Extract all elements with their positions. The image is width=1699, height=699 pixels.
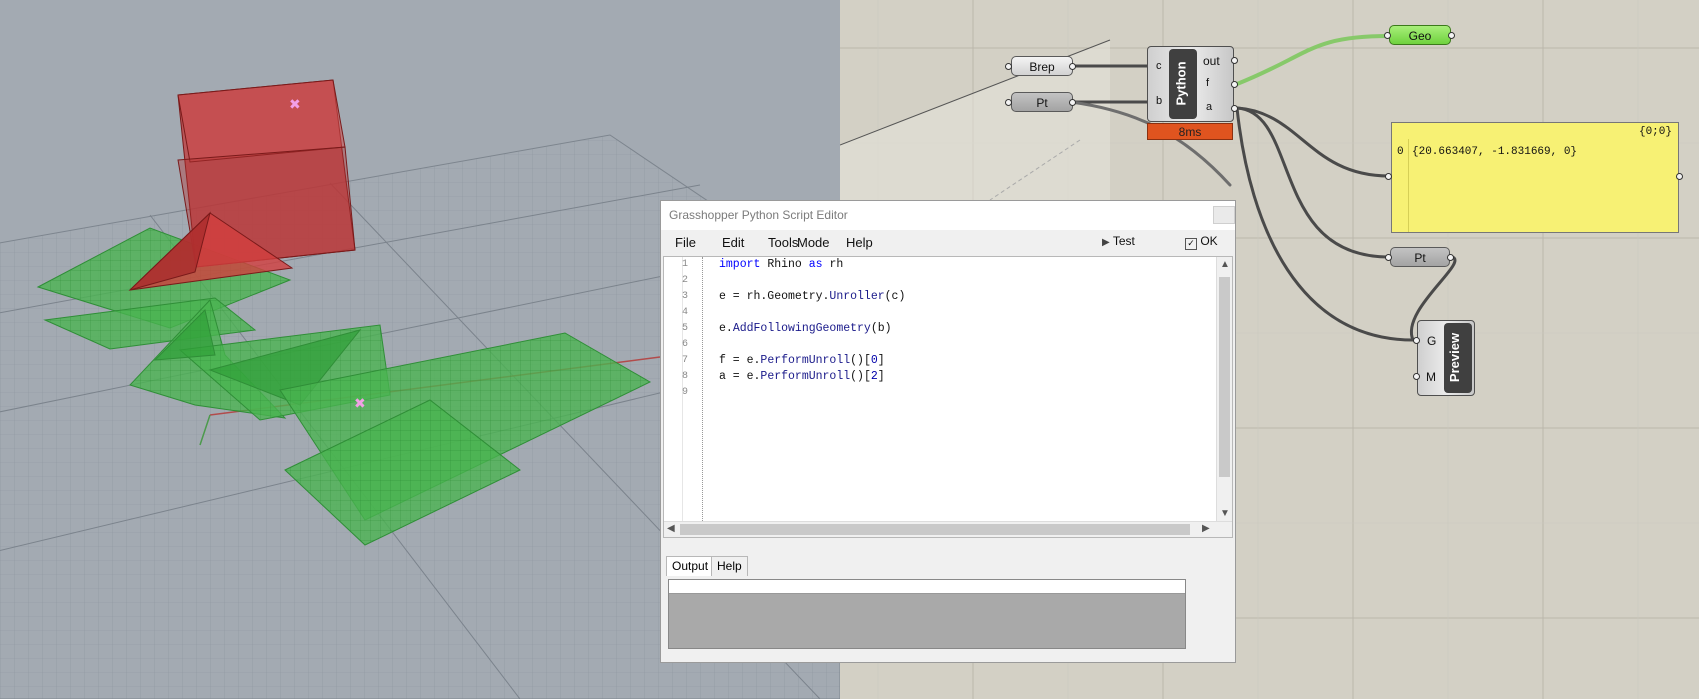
tab-help[interactable]: Help [711, 556, 748, 576]
code-line: e = rh.Geometry.Unroller(c) [719, 290, 906, 303]
pt-output-param-input-grip[interactable] [1385, 254, 1392, 261]
geo-param[interactable]: Geo [1389, 25, 1451, 45]
code-gutter [664, 257, 683, 537]
python-out-grip[interactable] [1231, 57, 1238, 64]
horizontal-scrollbar[interactable]: ◀ ▶ [664, 521, 1232, 537]
play-icon: ▶ [1102, 237, 1110, 248]
line-number: 5 [682, 323, 689, 334]
menu-file[interactable]: File [675, 235, 696, 250]
panel-output-grip[interactable] [1676, 173, 1683, 180]
tab-help-label: Help [717, 559, 742, 573]
pt-output-param-label: Pt [1414, 251, 1426, 265]
code-line: e.AddFollowingGeometry(b) [719, 322, 892, 335]
scroll-left-icon[interactable]: ◀ [667, 523, 675, 534]
line-number: 4 [682, 307, 689, 318]
preview-component-icon: Preview [1444, 323, 1472, 393]
python-script-editor[interactable]: Grasshopper Python Script Editor File Ed… [660, 200, 1236, 663]
editor-titlebar[interactable]: Grasshopper Python Script Editor [661, 201, 1235, 230]
preview-g-grip[interactable] [1413, 337, 1420, 344]
geo-output-grip[interactable] [1448, 32, 1455, 39]
panel-index: 0 [1397, 146, 1404, 158]
python-timing-label: 8ms [1178, 125, 1202, 139]
python-output-a: a [1206, 101, 1213, 113]
ok-button-label: OK [1200, 234, 1218, 248]
python-a-grip[interactable] [1231, 105, 1238, 112]
gumball-marker-bottom: ✖ [354, 396, 366, 412]
menu-tools[interactable]: Tools [768, 235, 798, 250]
close-button[interactable] [1213, 206, 1235, 224]
gumball-marker-top: ✖ [289, 97, 301, 113]
python-component-name: Python [1173, 61, 1189, 106]
brep-param-label: Brep [1029, 60, 1055, 74]
tab-output-label: Output [672, 559, 709, 573]
line-number: 8 [682, 371, 689, 382]
code-line: import Rhino as rh [719, 258, 844, 271]
python-f-grip[interactable] [1231, 81, 1238, 88]
output-pane[interactable] [668, 579, 1186, 649]
scroll-up-icon[interactable]: ▲ [1220, 259, 1230, 270]
python-timing-badge: 8ms [1147, 123, 1233, 140]
code-line: a = e.PerformUnroll()[2] [719, 370, 885, 383]
test-button[interactable]: ▶ Test [1102, 230, 1135, 253]
panel-divider [1408, 139, 1409, 232]
scroll-down-icon[interactable]: ▼ [1220, 508, 1230, 519]
test-button-label: Test [1112, 234, 1135, 248]
panel-input-grip[interactable] [1385, 173, 1392, 180]
preview-input-m: M [1426, 370, 1436, 384]
code-line: f = e.PerformUnroll()[0] [719, 354, 885, 367]
python-component[interactable]: c b Python out f a [1147, 46, 1234, 122]
python-input-c: c [1156, 60, 1162, 72]
geo-param-label: Geo [1408, 29, 1432, 43]
pt-param[interactable]: Pt [1011, 92, 1073, 112]
panel-path: {0;0} [1638, 126, 1672, 138]
preview-m-grip[interactable] [1413, 373, 1420, 380]
code-token: Rhino [767, 258, 802, 271]
editor-title: Grasshopper Python Script Editor [669, 208, 848, 222]
pt-output-param[interactable]: Pt [1390, 247, 1450, 267]
line-number: 2 [682, 275, 689, 286]
preview-component-name: Preview [1447, 332, 1463, 383]
pt-output-grip[interactable] [1069, 99, 1076, 106]
line-number: 6 [682, 339, 689, 350]
python-input-b: b [1156, 95, 1163, 107]
fold-margin [702, 257, 703, 537]
output-tabs: Output Help [663, 556, 1233, 576]
line-number: 3 [682, 291, 689, 302]
pt-output-param-output-grip[interactable] [1447, 254, 1454, 261]
brep-param[interactable]: Brep [1011, 56, 1073, 76]
panel[interactable]: {0;0} 0 {20.663407, -1.831669, 0} [1391, 122, 1679, 233]
menu-help[interactable]: Help [846, 235, 873, 250]
vertical-scroll-thumb[interactable] [1219, 277, 1230, 477]
menu-edit[interactable]: Edit [722, 235, 744, 250]
preview-component[interactable]: G M Preview [1417, 320, 1475, 396]
checkbox-icon: ✓ [1185, 238, 1197, 250]
tab-output[interactable]: Output [666, 556, 715, 576]
code-token: rh [829, 258, 844, 271]
menu-mode[interactable]: Mode [797, 235, 830, 250]
line-number: 9 [682, 387, 689, 398]
geo-input-grip[interactable] [1384, 32, 1391, 39]
pt-input-grip[interactable] [1005, 99, 1012, 106]
panel-value: {20.663407, -1.831669, 0} [1412, 146, 1578, 158]
python-component-icon: Python [1169, 49, 1197, 119]
line-number: 7 [682, 355, 689, 366]
brep-input-grip[interactable] [1005, 63, 1012, 70]
ok-button[interactable]: ✓ OK [1185, 230, 1218, 253]
code-editor[interactable]: 1 2 3 4 5 6 7 8 9 import Rhino as rh e =… [663, 256, 1233, 538]
python-output-f: f [1206, 77, 1210, 89]
pt-param-label: Pt [1036, 96, 1048, 110]
brep-output-grip[interactable] [1069, 63, 1076, 70]
menu-bar: File Edit Tools Mode Help [661, 230, 1235, 255]
vertical-scrollbar[interactable]: ▲ ▼ [1216, 257, 1232, 537]
python-output-out: out [1203, 54, 1220, 68]
scroll-right-icon[interactable]: ▶ [1202, 523, 1210, 534]
preview-input-g: G [1427, 334, 1437, 348]
line-number: 1 [682, 259, 689, 270]
horizontal-scroll-thumb[interactable] [680, 524, 1190, 535]
output-line [669, 580, 1185, 594]
